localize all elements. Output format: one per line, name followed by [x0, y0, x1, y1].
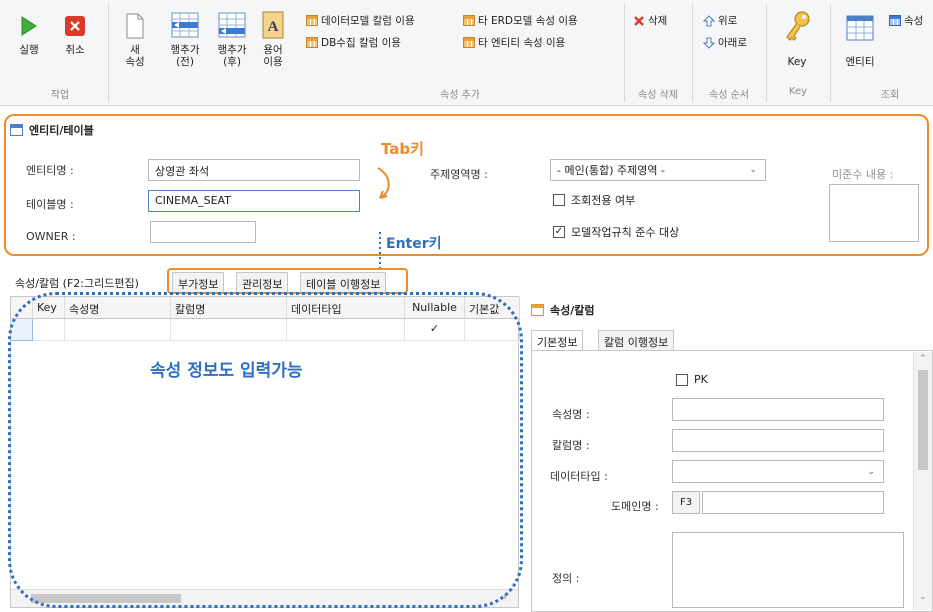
row-add-before-label-2: (전): [176, 56, 194, 68]
key-label: Key: [787, 56, 807, 68]
checkbox-box: [676, 373, 688, 386]
ribbon-separator: [830, 4, 831, 102]
entity-table-icon: [845, 10, 875, 46]
tab-column-migration-info[interactable]: 칼럼 이행정보: [598, 330, 675, 350]
group-title-key: Key: [788, 86, 808, 97]
group-title-attr-order: 속성 순서: [709, 90, 749, 101]
entity-view-label: 엔티티: [845, 56, 875, 68]
domain-label: 도메인명 :: [611, 500, 659, 513]
datamodel-column-use-button[interactable]: 데이터모델 칼럼 이용: [305, 13, 415, 28]
row-add-after-label-2: (후): [223, 56, 241, 68]
move-down-button[interactable]: 아래로: [702, 35, 747, 50]
move-up-label: 위로: [718, 15, 738, 27]
delete-button[interactable]: 삭제: [632, 13, 667, 28]
other-erd-attr-use-button[interactable]: 타 ERD모델 속성 이용: [462, 13, 578, 28]
attribute-view-button[interactable]: 속성: [888, 13, 923, 28]
domain-input[interactable]: [702, 491, 884, 514]
definition-textarea[interactable]: [672, 532, 904, 608]
group-title-work: 작업: [50, 90, 70, 101]
annotation-entity-highlight: [4, 114, 929, 256]
delete-label: 삭제: [648, 15, 668, 27]
term-use-button[interactable]: A 용어 이용: [258, 10, 288, 68]
arrow-down-icon: [702, 37, 715, 49]
chevron-down-icon[interactable]: ⌄: [919, 592, 927, 602]
new-document-icon: [123, 12, 147, 40]
cancel-button[interactable]: 취소: [58, 12, 92, 56]
dictionary-icon: A: [261, 10, 285, 40]
row-insert-before-icon: [170, 10, 200, 40]
row-add-before-label-1: 행추가: [170, 44, 200, 56]
row-add-after-label-1: 행추가: [217, 44, 247, 56]
db-collect-column-use-button[interactable]: DB수집 칼럼 이용: [305, 35, 401, 50]
svg-text:A: A: [268, 19, 279, 35]
pk-label: PK: [694, 373, 708, 386]
play-icon: [17, 12, 41, 40]
scrollbar-thumb[interactable]: [918, 370, 928, 470]
column-name-input[interactable]: [672, 429, 884, 452]
annotation-enter-key: Enter키: [386, 236, 442, 252]
datamodel-column-use-label: 데이터모델 칼럼 이용: [321, 15, 415, 27]
ribbon-toolbar: 실행 취소 작업 새 속성 행추가 (전) 행추가 (후) A 용어 이용 데이…: [0, 0, 933, 106]
close-icon: [63, 12, 87, 40]
attribute-view-label: 속성: [904, 15, 924, 27]
table-icon: [305, 37, 318, 49]
attribute-table-icon: [531, 304, 544, 316]
annotation-tabs-highlight: [167, 268, 408, 294]
term-use-label-1: 용어: [263, 44, 283, 56]
table-icon: [462, 37, 475, 49]
row-add-after-button[interactable]: 행추가 (후): [212, 10, 252, 68]
delete-x-icon: [632, 15, 645, 27]
move-down-label: 아래로: [718, 37, 747, 49]
new-attribute-label-2: 속성: [125, 56, 145, 68]
annotation-attr-input-note: 속성 정보도 입력가능: [150, 361, 303, 381]
chevron-down-icon: ⌄: [867, 466, 875, 477]
datatype-label: 데이터타입 :: [550, 470, 608, 483]
datatype-select[interactable]: ⌄: [672, 460, 884, 483]
arrow-up-icon: [702, 14, 715, 27]
table-icon: [462, 15, 475, 27]
annotation-grid-highlight: [8, 292, 523, 608]
run-button[interactable]: 실행: [14, 12, 44, 56]
move-up-button[interactable]: 위로: [702, 13, 737, 28]
key-button[interactable]: Key: [780, 8, 814, 68]
attr-panel-header: 속성/칼럼: [531, 302, 595, 318]
ribbon-separator: [108, 4, 109, 102]
cancel-label: 취소: [65, 44, 85, 56]
table-icon: [305, 15, 318, 27]
group-title-attr-delete: 속성 삭제: [638, 90, 678, 101]
run-label: 실행: [19, 44, 39, 56]
other-entity-attr-use-label: 타 엔티티 속성 이용: [478, 37, 566, 49]
vertical-scrollbar[interactable]: ⌃ ⌄: [913, 352, 932, 610]
db-collect-column-use-label: DB수집 칼럼 이용: [321, 37, 401, 49]
pk-checkbox[interactable]: PK: [676, 373, 708, 386]
domain-lookup-button[interactable]: F3: [672, 491, 700, 514]
attr-panel-title: 속성/칼럼: [550, 304, 595, 317]
table-icon: [888, 15, 901, 27]
term-use-label-2: 이용: [263, 56, 283, 68]
tab-attributes[interactable]: 속성/칼럼 (F2:그리드편집): [10, 272, 144, 292]
entity-view-button[interactable]: 엔티티: [838, 10, 882, 68]
other-erd-attr-use-label: 타 ERD모델 속성 이용: [478, 15, 578, 27]
group-title-attr-add: 속성 추가: [440, 90, 480, 101]
group-title-view: 조회: [880, 90, 900, 101]
column-name-label: 칼럼명 :: [552, 439, 590, 452]
definition-label: 정의 :: [552, 572, 580, 585]
annotation-tab-key: Tab키: [381, 140, 424, 158]
attr-name-label: 속성명 :: [552, 408, 590, 421]
chevron-up-icon[interactable]: ⌃: [919, 354, 927, 364]
curved-arrow-icon: [377, 167, 390, 199]
new-attribute-label-1: 새: [130, 44, 140, 56]
row-add-before-button[interactable]: 행추가 (전): [165, 10, 205, 68]
key-icon: [782, 8, 812, 46]
tab-basic-info[interactable]: 기본정보: [531, 330, 584, 350]
attr-name-input[interactable]: [672, 398, 884, 421]
new-attribute-button[interactable]: 새 속성: [120, 12, 150, 68]
row-insert-after-icon: [217, 10, 247, 40]
other-entity-attr-use-button[interactable]: 타 엔티티 속성 이용: [462, 35, 565, 50]
